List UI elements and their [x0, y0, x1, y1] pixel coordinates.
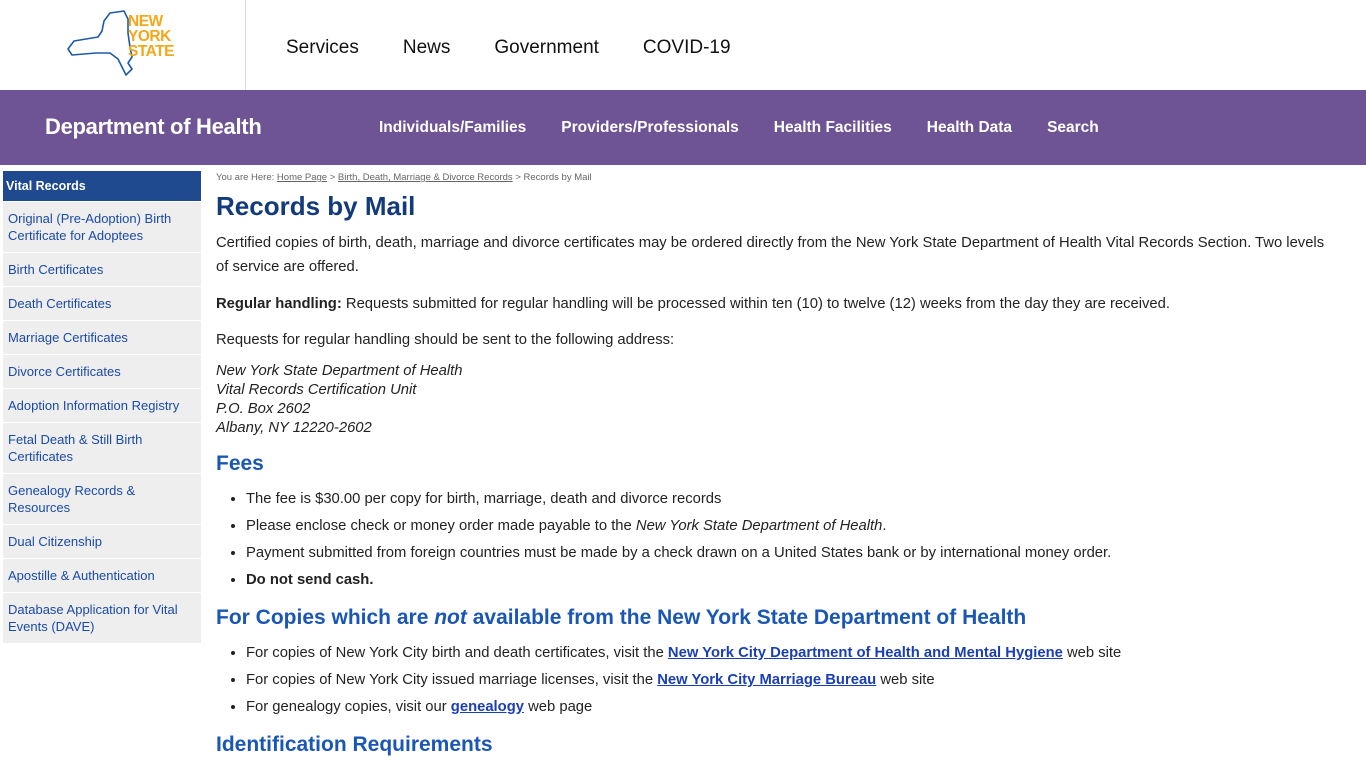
mailing-address: New York State Department of Health Vita… — [216, 362, 1336, 438]
fees-item-payable-payee: New York State Department of Health — [635, 518, 883, 534]
sidebar-item-adoption-registry[interactable]: Adoption Information Registry — [3, 388, 201, 422]
dept-nav-facilities[interactable]: Health Facilities — [774, 118, 892, 138]
state-nav-covid[interactable]: COVID-19 — [643, 36, 731, 60]
address-line-2: Vital Records Certification Unit — [216, 382, 417, 398]
copies-item-text: For copies of New York City issued marri… — [246, 672, 658, 688]
nyc-marriage-bureau-link[interactable]: New York City Marriage Bureau — [657, 672, 876, 688]
state-header: NEW YORK STATE Services News Government … — [0, 0, 1366, 90]
copies-heading-end: available from the New York State Depart… — [466, 606, 1027, 629]
logo-line-2: YORK — [128, 28, 171, 45]
breadcrumb: You are Here: Home Page > Birth, Death, … — [216, 171, 1336, 185]
fees-item-price: The fee is $30.00 per copy for birth, ma… — [246, 486, 1336, 513]
sidebar-item-marriage[interactable]: Marriage Certificates — [3, 320, 201, 354]
sidebar-item-dual-citizenship[interactable]: Dual Citizenship — [3, 524, 201, 558]
nyc-dohmh-link[interactable]: New York City Department of Health and M… — [668, 645, 1063, 661]
breadcrumb-home[interactable]: Home Page — [277, 172, 327, 183]
intro-paragraph: Certified copies of birth, death, marria… — [216, 235, 1325, 275]
dept-nav-search[interactable]: Search — [1047, 118, 1099, 138]
copies-heading: For Copies which are not available from … — [216, 604, 1336, 632]
department-header: Department of Health Individuals/Familie… — [0, 90, 1366, 165]
dept-nav-health-data[interactable]: Health Data — [927, 118, 1012, 138]
main-content: You are Here: Home Page > Birth, Death, … — [216, 171, 1336, 759]
copies-item-nyc-birth-death: For copies of New York City birth and de… — [246, 640, 1336, 667]
regular-handling-paragraph: Regular handling: Requests submitted for… — [216, 292, 1336, 316]
copies-item-text: For copies of New York City birth and de… — [246, 645, 668, 661]
new-york-state-map-icon — [67, 10, 133, 76]
fees-item-no-cash: Do not send cash. — [246, 567, 1336, 594]
sidebar-item-genealogy[interactable]: Genealogy Records & Resources — [3, 473, 201, 524]
department-title[interactable]: Department of Health — [45, 114, 262, 140]
copies-item-text: For genealogy copies, visit our — [246, 699, 451, 715]
sidebar-heading[interactable]: Vital Records — [3, 171, 201, 201]
sidebar-item-birth[interactable]: Birth Certificates — [3, 252, 201, 286]
copies-item-genealogy: For genealogy copies, visit our genealog… — [246, 694, 1336, 721]
sidebar-item-dave[interactable]: Database Application for Vital Events (D… — [3, 592, 201, 643]
sidebar-item-apostille[interactable]: Apostille & Authentication — [3, 558, 201, 592]
send-to-paragraph: Requests for regular handling should be … — [216, 332, 675, 348]
copies-item-nyc-marriage: For copies of New York City issued marri… — [246, 667, 1336, 694]
dept-nav-individuals[interactable]: Individuals/Families — [379, 118, 526, 138]
fees-item-payable-text: Please enclose check or money order made… — [246, 518, 636, 534]
logo-line-1: NEW — [128, 13, 163, 30]
breadcrumb-section[interactable]: Birth, Death, Marriage & Divorce Records — [338, 172, 513, 183]
dept-nav-providers[interactable]: Providers/Professionals — [561, 118, 738, 138]
breadcrumb-separator: > — [512, 172, 524, 183]
state-nav: Services News Government COVID-19 — [286, 36, 775, 60]
nys-logo[interactable]: NEW YORK STATE — [0, 0, 246, 90]
copies-item-suffix: web site — [876, 672, 935, 688]
fees-heading: Fees — [216, 452, 264, 475]
department-nav: Individuals/Families Providers/Professio… — [379, 118, 1134, 138]
logo-wordmark: NEW YORK STATE — [128, 13, 175, 60]
state-nav-services[interactable]: Services — [286, 36, 359, 60]
copies-list: For copies of New York City birth and de… — [246, 640, 1336, 721]
logo-line-3: STATE — [128, 43, 175, 60]
identification-heading: Identification Requirements — [216, 733, 493, 756]
fees-item-payable-end: . — [882, 518, 887, 534]
copies-item-suffix: web site — [1062, 645, 1122, 661]
sidebar-item-original-birth[interactable]: Original (Pre-Adoption) Birth Certificat… — [3, 201, 201, 252]
address-line-3: P.O. Box 2602 — [216, 401, 311, 417]
fees-item-payable: Please enclose check or money order made… — [246, 513, 1336, 540]
copies-item-suffix: web page — [523, 699, 593, 715]
regular-handling-text: Requests submitted for regular handling … — [341, 296, 1170, 312]
breadcrumb-prefix: You are Here: — [216, 172, 277, 183]
state-nav-government[interactable]: Government — [494, 36, 599, 60]
fees-item-foreign: Payment submitted from foreign countries… — [246, 540, 1336, 567]
no-cash-text: Do not send cash. — [246, 572, 374, 588]
address-line-4: Albany, NY 12220-2602 — [216, 420, 372, 436]
sidebar-item-divorce[interactable]: Divorce Certificates — [3, 354, 201, 388]
state-nav-news[interactable]: News — [403, 36, 451, 60]
sidebar: Vital Records Original (Pre-Adoption) Bi… — [3, 171, 201, 643]
copies-heading-start: For Copies which are — [216, 606, 435, 629]
sidebar-item-death[interactable]: Death Certificates — [3, 286, 201, 320]
breadcrumb-separator: > — [327, 172, 338, 183]
address-line-1: New York State Department of Health — [216, 363, 463, 379]
genealogy-link[interactable]: genealogy — [451, 699, 524, 715]
copies-heading-not: not — [434, 606, 467, 629]
page-title: Records by Mail — [216, 191, 416, 221]
breadcrumb-current: Records by Mail — [523, 172, 592, 183]
fees-list: The fee is $30.00 per copy for birth, ma… — [246, 486, 1336, 594]
sidebar-item-fetal-death[interactable]: Fetal Death & Still Birth Certificates — [3, 422, 201, 473]
regular-handling-label: Regular handling: — [216, 296, 342, 312]
